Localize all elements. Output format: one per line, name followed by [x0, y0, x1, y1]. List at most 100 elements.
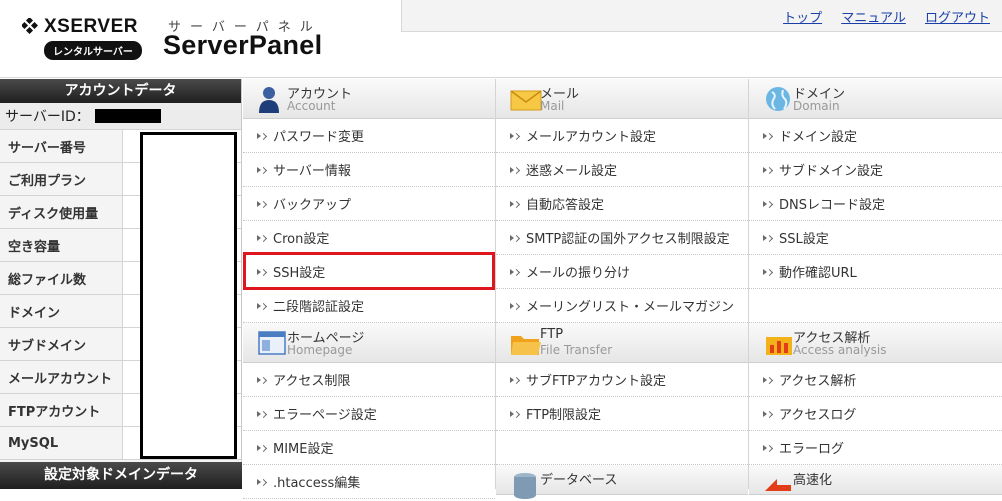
sidebar-row-label: 総ファイル数 [0, 262, 123, 294]
sidebar-row-label: MySQL [0, 427, 123, 459]
menu-item-auto-reply[interactable]: 自動応答設定 [496, 187, 748, 221]
section-title-en: Access analysis [793, 343, 887, 357]
arrow-icon [763, 131, 773, 141]
sidebar-row-label: メールアカウント [0, 361, 123, 393]
menu-item-two-factor[interactable]: 二段階認証設定 [243, 289, 495, 323]
access-analysis-chart-icon [766, 337, 792, 355]
arrow-icon [763, 199, 773, 209]
section-header-account: アカウント Account [243, 79, 495, 119]
menu-item-label: エラーログ [779, 442, 845, 457]
menu-item-label: アクセスログ [779, 408, 857, 423]
mail-envelope-icon [510, 90, 542, 111]
section-header-database: データベース [496, 465, 748, 499]
logout-link[interactable]: ログアウト [925, 11, 990, 26]
account-user-icon [259, 87, 279, 113]
menu-item-domain-settings[interactable]: ドメイン設定 [749, 119, 1002, 153]
section-title-en: Mail [540, 99, 565, 113]
arrow-icon [763, 233, 773, 243]
menu-item-test-url[interactable]: 動作確認URL [749, 255, 1002, 289]
arrow-icon [763, 443, 773, 453]
menu-item-sub-ftp[interactable]: サブFTPアカウント設定 [496, 363, 748, 397]
menu-item-mime[interactable]: MIME設定 [243, 431, 495, 465]
server-id-label: サーバーID： [5, 109, 90, 125]
menu-item-label: アクセス解析 [779, 374, 857, 389]
xserver-logo[interactable]: XSERVER レンタルサーバー [20, 16, 150, 66]
section-title-jp: データベース [540, 473, 618, 488]
menu-item-label: サブFTPアカウント設定 [526, 374, 667, 389]
arrow-icon [257, 233, 267, 243]
menu-item-label: Cron設定 [273, 232, 330, 247]
menu-item-label: ドメイン設定 [779, 130, 858, 145]
logo-diamond-icon [22, 18, 38, 34]
panel-title: ServerPanel [163, 30, 323, 60]
menu-item-spam[interactable]: 迷惑メール設定 [496, 153, 748, 187]
menu-item-cron[interactable]: Cron設定 [243, 221, 495, 255]
top-link[interactable]: トップ [783, 11, 822, 26]
sidebar-row-label: FTPアカウント [0, 394, 123, 426]
menu-item-access-log[interactable]: アクセスログ [749, 397, 1002, 431]
menu-item-ftp-restriction[interactable]: FTP制限設定 [496, 397, 748, 431]
menu-item-empty [496, 431, 748, 465]
menu-item-label: 自動応答設定 [526, 198, 605, 213]
arrow-icon [510, 199, 520, 209]
menu-item-dns[interactable]: DNSレコード設定 [749, 187, 1002, 221]
menu-column-3: ドメイン Domain ドメイン設定 サブドメイン設定 DNSレコード設定 SS… [749, 79, 1002, 495]
menu-item-subdomain[interactable]: サブドメイン設定 [749, 153, 1002, 187]
menu-item-htaccess[interactable]: .htaccess編集 [243, 465, 495, 499]
arrow-icon [510, 233, 520, 243]
sidebar-row-label: ディスク使用量 [0, 196, 123, 228]
menu-item-mail-filter[interactable]: メールの振り分け [496, 255, 748, 289]
section-title-en: File Transfer [540, 343, 613, 357]
section-header-ftp: FTP File Transfer [496, 323, 748, 363]
arrow-icon [510, 409, 520, 419]
menu-item-ssl[interactable]: SSL設定 [749, 221, 1002, 255]
section-header-mail: メール Mail [496, 79, 748, 119]
database-icon [514, 473, 536, 499]
menu-item-ssh[interactable]: SSH設定 [243, 255, 495, 289]
menu-item-server-info[interactable]: サーバー情報 [243, 153, 495, 187]
domain-globe-icon [766, 87, 790, 111]
menu-item-label: FTP制限設定 [526, 408, 602, 423]
sidebar-domain-data-title: 設定対象ドメインデータ [0, 462, 242, 489]
section-title-en: Account [287, 99, 336, 113]
menu-column-2: メール Mail メールアカウント設定 迷惑メール設定 自動応答設定 SMTP認… [496, 79, 749, 499]
section-title-en: Homepage [287, 343, 353, 357]
section-header-speed: 高速化 [749, 465, 1002, 495]
menu-item-mail-account[interactable]: メールアカウント設定 [496, 119, 748, 153]
menu-item-label: サブドメイン設定 [779, 164, 884, 179]
menu-item-label: バックアップ [273, 198, 352, 213]
menu-item-error-page[interactable]: エラーページ設定 [243, 397, 495, 431]
homepage-window-icon [258, 331, 286, 355]
arrow-icon [257, 301, 267, 311]
arrow-icon [510, 301, 520, 311]
account-data-sidebar: アカウントデータ サーバーID： サーバー番号 ご利用プラン ディスク使用量 空… [0, 79, 242, 489]
arrow-icon [257, 267, 267, 277]
arrow-icon [257, 477, 267, 487]
arrow-icon [763, 165, 773, 175]
section-header-access-analysis: アクセス解析 Access analysis [749, 323, 1002, 363]
arrow-icon [510, 267, 520, 277]
menu-item-error-log[interactable]: エラーログ [749, 431, 1002, 465]
section-title-jp: FTP [540, 327, 564, 342]
menu-item-mailing-list[interactable]: メーリングリスト・メールマガジン [496, 289, 748, 323]
menu-item-label: MIME設定 [273, 442, 334, 457]
menu-item-password[interactable]: パスワード変更 [243, 119, 495, 153]
arrow-icon [257, 375, 267, 385]
arrow-icon [510, 165, 520, 175]
section-title-en: Domain [793, 99, 840, 113]
menu-item-label: SSH設定 [273, 266, 326, 281]
menu-item-label: メールアカウント設定 [526, 130, 657, 145]
logo-brand-text: XSERVER [44, 16, 138, 37]
server-id-redacted [94, 109, 161, 123]
manual-link[interactable]: マニュアル [841, 11, 906, 26]
sidebar-row-label: サブドメイン [0, 328, 123, 360]
arrow-icon [257, 131, 267, 141]
menu-item-backup[interactable]: バックアップ [243, 187, 495, 221]
menu-item-smtp-restriction[interactable]: SMTP認証の国外アクセス制限設定 [496, 221, 748, 255]
menu-item-label: SMTP認証の国外アクセス制限設定 [526, 232, 730, 247]
arrow-icon [257, 443, 267, 453]
sidebar-values-redacted [140, 132, 237, 459]
menu-item-access-analysis[interactable]: アクセス解析 [749, 363, 1002, 397]
menu-item-access-restriction[interactable]: アクセス制限 [243, 363, 495, 397]
sidebar-row-label: ご利用プラン [0, 163, 123, 195]
